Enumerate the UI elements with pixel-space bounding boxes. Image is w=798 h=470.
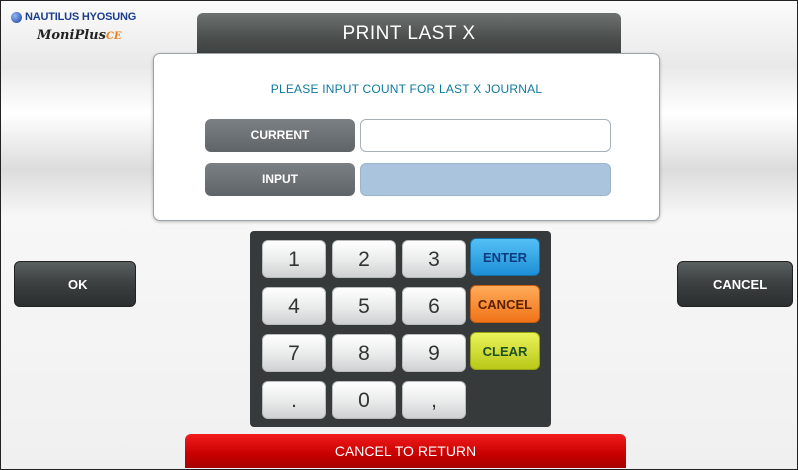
count-input[interactable] [360,163,611,196]
cancel-button[interactable]: CANCEL [677,261,793,307]
input-label: INPUT [205,163,355,196]
key-5[interactable]: 5 [332,287,396,325]
key-7[interactable]: 7 [262,334,326,372]
keypad-cancel-button[interactable]: CANCEL [470,285,540,323]
product-name: MoniPlusCE [37,28,171,43]
keypad-clear-button[interactable]: CLEAR [470,332,540,370]
key-1[interactable]: 1 [262,240,326,278]
company-name: NAUTILUS HYOSUNG [11,11,171,23]
key-9[interactable]: 9 [402,334,466,372]
keypad-enter-button[interactable]: ENTER [470,238,540,276]
key-0[interactable]: 0 [332,381,396,419]
key-decimal[interactable]: . [262,381,326,419]
dialog-prompt: PLEASE INPUT COUNT FOR LAST X JOURNAL [270,82,543,96]
cancel-to-return-button[interactable]: CANCEL TO RETURN [185,434,626,468]
key-6[interactable]: 6 [402,287,466,325]
numeric-keypad: 1 2 3 4 5 6 7 8 9 . 0 , ENTER CANCEL CLE… [250,231,551,427]
company-label: NAUTILUS HYOSUNG [25,11,137,23]
product-suffix: CE [105,31,122,42]
input-dialog: PLEASE INPUT COUNT FOR LAST X JOURNAL CU… [153,53,660,221]
key-4[interactable]: 4 [262,287,326,325]
key-2[interactable]: 2 [332,240,396,278]
product-label: MoniPlus [37,28,106,43]
current-field [360,119,611,152]
current-label: CURRENT [205,119,355,152]
key-3[interactable]: 3 [402,240,466,278]
ok-button[interactable]: OK [14,261,136,307]
globe-icon [11,11,22,23]
key-8[interactable]: 8 [332,334,396,372]
brand-logo: NAUTILUS HYOSUNG MoniPlusCE [11,11,171,59]
atm-screen: NAUTILUS HYOSUNG MoniPlusCE PRINT LAST X… [0,0,798,470]
key-comma[interactable]: , [402,381,466,419]
